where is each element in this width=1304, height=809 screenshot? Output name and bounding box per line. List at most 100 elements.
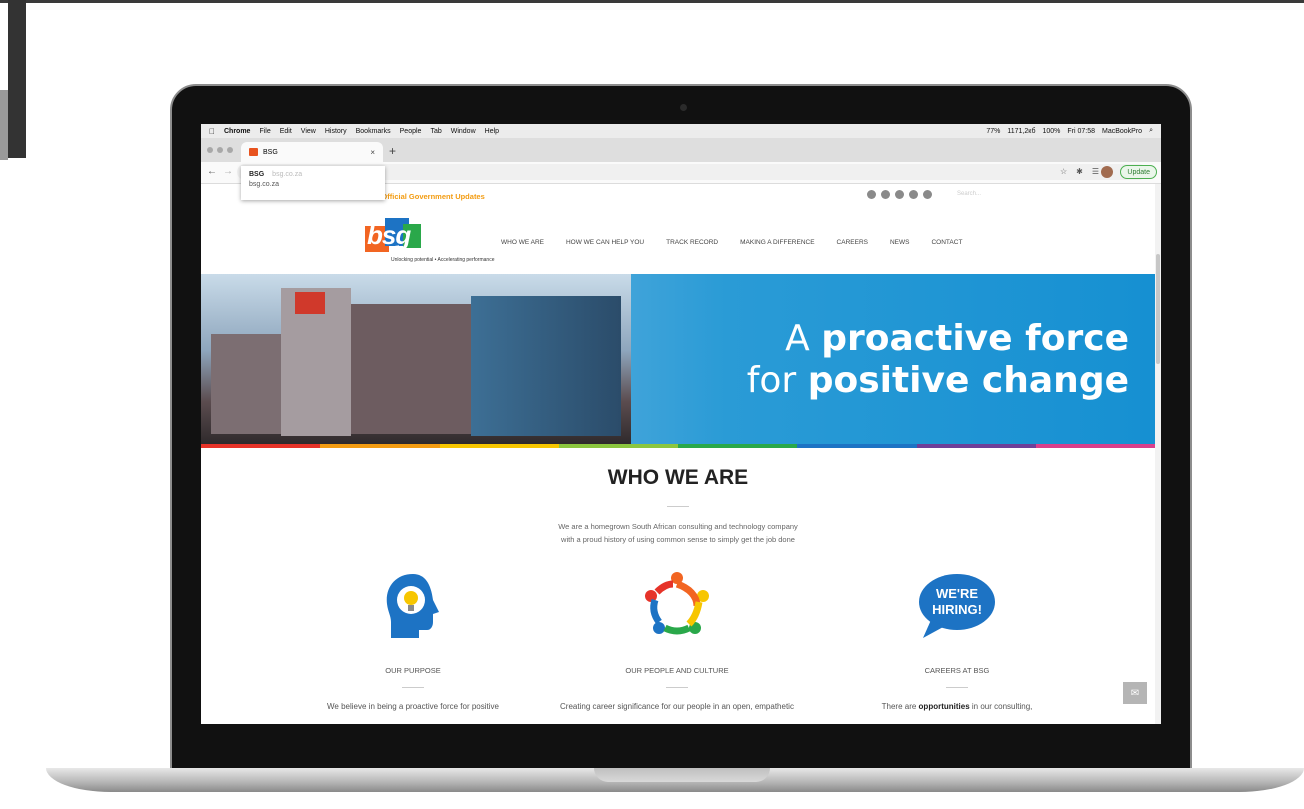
bookmark-star-icon[interactable]: ☆ (1060, 167, 1067, 176)
apple-icon[interactable]:  (209, 127, 215, 136)
careers-desc: There are opportunities in our consultin… (837, 702, 1077, 711)
youtube-icon[interactable] (923, 190, 932, 199)
purpose-divider (402, 687, 424, 688)
camera-icon (680, 104, 687, 111)
profile-avatar[interactable] (1101, 166, 1113, 178)
clock[interactable]: Fri 07:58 (1067, 128, 1095, 135)
search-icon[interactable]: ⌕ (1149, 127, 1153, 135)
forward-arrow-icon[interactable]: → (223, 166, 233, 177)
hero-strip-segment (201, 444, 321, 448)
menu-app-name[interactable]: Chrome (224, 128, 250, 135)
facebook-icon[interactable] (867, 190, 876, 199)
opportunities-link[interactable]: opportunities (919, 702, 970, 711)
suggestion-hint: bsg.co.za (272, 171, 303, 178)
battery-percent[interactable]: 77% (986, 128, 1000, 135)
back-arrow-icon[interactable]: ← (207, 166, 217, 177)
omnibox-suggestion[interactable]: BSG bsg.co.za bsg.co.za (241, 166, 385, 200)
nav-careers[interactable]: CAREERS (837, 239, 868, 246)
linkedin-icon[interactable] (909, 190, 918, 199)
volume-percent[interactable]: 100% (1042, 128, 1060, 135)
close-tab-icon[interactable]: × (370, 148, 375, 157)
laptop-screen:  Chrome File Edit View History Bookmark… (201, 124, 1161, 724)
careers-column[interactable]: WE'RE HIRING! CAREERS AT BSG There are o… (837, 566, 1077, 711)
people-culture-column[interactable]: OUR PEOPLE AND CULTURE Creating career s… (557, 566, 797, 711)
intro-line-2: with a proud history of using common sen… (561, 535, 795, 544)
nav-track-record[interactable]: TRACK RECORD (666, 239, 718, 246)
hero-strip-segment (320, 444, 440, 448)
people-culture-label: OUR PEOPLE AND CULTURE (625, 666, 729, 675)
careers-desc-pre: There are (881, 702, 919, 711)
purpose-column[interactable]: OUR PURPOSE We believe in being a proact… (293, 566, 533, 711)
update-button[interactable]: Update (1120, 165, 1157, 179)
building-glass (471, 296, 621, 436)
site-search-input[interactable]: Search... (957, 191, 981, 197)
close-window-icon[interactable] (207, 147, 213, 153)
browser-tab-bsg[interactable]: BSG × (241, 142, 383, 162)
left-edge-panel (0, 90, 8, 160)
hero-strip-segment (916, 444, 1036, 448)
logo-tagline: Unlocking potential • Accelerating perfo… (391, 257, 495, 263)
toolbar-icons: ☆ ✱ ☰ (1060, 167, 1099, 176)
scrollbar-thumb[interactable] (1156, 254, 1160, 364)
hero-strip-segment (678, 444, 798, 448)
people-circle-icon (637, 566, 717, 646)
user-name[interactable]: MacBookPro (1102, 128, 1142, 135)
people-culture-divider (666, 687, 688, 688)
nav-who-we-are[interactable]: WHO WE ARE (501, 239, 544, 246)
browser-tab-strip: BSG × + (201, 138, 1161, 162)
nav-contact[interactable]: CONTACT (931, 239, 962, 246)
reader-icon[interactable]: ☰ (1092, 167, 1099, 176)
hiring-bubble-icon: WE'RE HIRING! (917, 566, 997, 646)
menu-people[interactable]: People (400, 128, 422, 135)
menu-view[interactable]: View (301, 128, 316, 135)
main-navigation: WHO WE ARE HOW WE CAN HELP YOU TRACK REC… (501, 239, 962, 246)
logo-text: bsg (367, 220, 411, 250)
zoom-window-icon[interactable] (227, 147, 233, 153)
bsg-logo[interactable]: bsg (365, 218, 423, 252)
left-edge-bar (8, 0, 26, 158)
menu-window[interactable]: Window (451, 128, 476, 135)
menu-edit[interactable]: Edit (280, 128, 292, 135)
menu-help[interactable]: Help (485, 128, 499, 135)
instagram-icon[interactable] (895, 190, 904, 199)
minimize-window-icon[interactable] (217, 147, 223, 153)
suggestion-url: bsg.co.za (249, 181, 279, 188)
hero-line2-bold: positive change (807, 360, 1129, 401)
menu-file[interactable]: File (259, 128, 270, 135)
bsg-favicon-icon (249, 148, 258, 156)
purpose-desc: We believe in being a proactive force fo… (327, 702, 499, 711)
menu-bookmarks[interactable]: Bookmarks (356, 128, 391, 135)
head-lightbulb-icon (373, 566, 453, 646)
nav-news[interactable]: NEWS (890, 239, 910, 246)
extension-icon[interactable]: ✱ (1076, 167, 1083, 176)
hero-headline: A proactive force for positive change (747, 318, 1129, 402)
menu-history[interactable]: History (325, 128, 347, 135)
menu-tab[interactable]: Tab (430, 128, 441, 135)
suggestion-title: BSG (249, 171, 265, 178)
nav-how-we-can-help[interactable]: HOW WE CAN HELP YOU (566, 239, 644, 246)
hero-strip-segment (797, 444, 917, 448)
people-culture-desc: Creating career significance for our peo… (560, 702, 794, 711)
tab-title: BSG (263, 148, 278, 156)
careers-divider (946, 687, 968, 688)
hero-strip-segment (558, 444, 678, 448)
twitter-icon[interactable] (881, 190, 890, 199)
section-intro: We are a homegrown South African consult… (501, 520, 855, 546)
building-middle (351, 304, 481, 434)
hero-line1-light: A (785, 318, 822, 359)
top-edge (0, 0, 1304, 3)
building-logo-sign (295, 292, 325, 314)
hiring-line-2: HIRING! (932, 602, 982, 617)
section-title: WHO WE ARE (607, 466, 749, 489)
macos-menubar:  Chrome File Edit View History Bookmark… (201, 124, 1161, 138)
hero-strip-segment (1035, 444, 1155, 448)
nav-making-a-difference[interactable]: MAKING A DIFFERENCE (740, 239, 814, 246)
hero-building-image (201, 274, 631, 444)
new-tab-button[interactable]: + (389, 144, 396, 158)
purpose-label: OUR PURPOSE (385, 666, 441, 675)
mail-icon[interactable]: ✉ (1123, 682, 1147, 704)
window-controls (207, 147, 233, 153)
hero-banner: A proactive force for positive change (201, 274, 1155, 444)
social-links (867, 190, 932, 199)
network-speed[interactable]: 1171,2кб (1007, 128, 1035, 135)
